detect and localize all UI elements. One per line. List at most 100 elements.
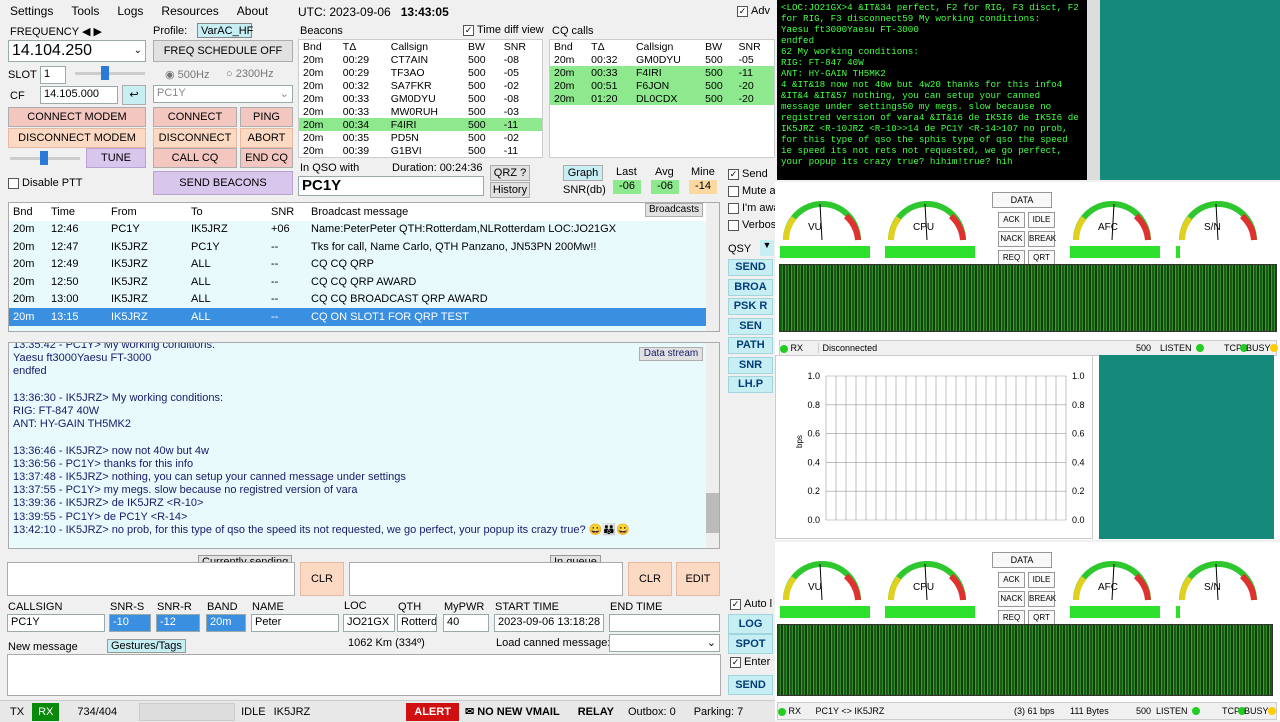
table-row[interactable]: 20m 00:29 CT7AIN 500 -08 [299, 53, 542, 66]
scrollbar[interactable] [706, 203, 719, 331]
band-field[interactable]: 20m [206, 614, 246, 632]
vara-idle-button[interactable]: IDLE [1028, 212, 1055, 228]
snrs-field[interactable]: -10 [109, 614, 151, 632]
mute-checkbox[interactable]: Mute a [728, 185, 776, 197]
adv-toggle[interactable]: ✓ Adv [737, 5, 770, 17]
vara-idle-button[interactable]: IDLE [1028, 572, 1055, 588]
send-beacons-button[interactable]: SEND BEACONS [153, 171, 293, 195]
name-field[interactable]: Peter [251, 614, 339, 632]
table-row[interactable]: 20m 12:47 IK5JRZ PC1Y -- Tks for call, Name C… [9, 238, 706, 256]
col-callsign[interactable]: Callsign [387, 40, 464, 53]
end-time-field[interactable] [609, 614, 720, 632]
abort-button[interactable]: ABORT [240, 128, 293, 148]
alert-button[interactable]: ALERT [406, 702, 459, 721]
menu-tools[interactable]: Tools [71, 4, 99, 18]
parking-status[interactable]: Parking: 7 [694, 706, 744, 718]
loc-field[interactable]: JO21GX [343, 614, 395, 632]
queue-box[interactable] [349, 562, 623, 596]
col-from[interactable]: From [107, 203, 187, 221]
start-time-field[interactable]: 2023-09-06 13:18:28 [494, 614, 604, 632]
freq-schedule-button[interactable]: FREQ SCHEDULE OFF [153, 40, 293, 62]
table-row[interactable]: 20m 00:33 MW0RUH 500 -03 [299, 105, 542, 118]
table-row[interactable]: 20m 00:33 GM0DYU 500 -08 [299, 92, 542, 105]
col-snr[interactable]: SNR [267, 203, 307, 221]
side-button[interactable]: PSK R [728, 298, 773, 315]
gestures-button[interactable]: Gestures/Tags [107, 639, 186, 653]
frequency-field[interactable]: 14.104.250 ⌄ [8, 40, 146, 62]
beacons-table[interactable]: Bnd TΔ Callsign BW SNR 20m 00:29 CT7AIN 500 -08 2… [298, 39, 543, 158]
edit-button[interactable]: EDIT [676, 562, 720, 596]
table-row[interactable]: 20m 00:35 PD5N 500 -02 [299, 131, 542, 144]
menu-settings[interactable]: Settings [10, 4, 53, 18]
col-td[interactable]: TΔ [587, 40, 632, 53]
chat-area[interactable]: 13:35:42 - PC1Y> My working conditions: Y… [8, 342, 720, 549]
log-callsign-field[interactable]: PC1Y [7, 614, 105, 632]
callsign-combo[interactable]: PC1Y ⌄ [153, 85, 293, 103]
connect-button[interactable]: CONNECT [153, 107, 237, 127]
clr-sending-button[interactable]: CLR [300, 562, 344, 596]
mypwr-field[interactable]: 40 [443, 614, 489, 632]
menu-resources[interactable]: Resources [161, 4, 218, 18]
send-checkbox[interactable]: ✓ Send [728, 168, 768, 180]
enter-checkbox[interactable]: ✓ Enter [730, 656, 770, 668]
cf-field[interactable]: 14.105.000 [40, 86, 118, 104]
table-row[interactable]: 20m 00:29 TF3AO 500 -05 [299, 66, 542, 79]
cq-table[interactable]: Bnd TΔ Callsign BW SNR 20m 00:32 GM0DYU 500 -05 2… [549, 39, 775, 158]
snrr-field[interactable]: -12 [156, 614, 200, 632]
call-cq-button[interactable]: CALL CQ [153, 148, 237, 168]
broadcasts-button[interactable]: Broadcasts [645, 203, 703, 217]
graph-button[interactable]: Graph [563, 165, 603, 181]
new-message-input[interactable] [7, 654, 721, 696]
table-row[interactable]: 20m 00:32 GM0DYU 500 -05 [550, 53, 774, 66]
vara-break-button[interactable]: BREAK [1028, 591, 1056, 607]
auto-log-checkbox[interactable]: ✓ Auto l [730, 598, 772, 610]
qsy-dropdown-icon[interactable]: ▼ [760, 240, 774, 256]
side-button[interactable]: SNR [728, 356, 773, 374]
menu-logs[interactable]: Logs [117, 4, 143, 18]
vara-nack-button[interactable]: NACK [998, 591, 1025, 607]
col-bw[interactable]: BW [464, 40, 500, 53]
slot-slider[interactable] [75, 66, 145, 80]
table-row[interactable]: 20m 12:49 IK5JRZ ALL -- CQ CQ QRP [9, 255, 706, 273]
tune-slider[interactable] [10, 151, 80, 165]
outbox-status[interactable]: Outbox: 0 [628, 706, 676, 718]
data-button[interactable]: DATA [992, 192, 1052, 208]
relay-status[interactable]: RELAY [578, 706, 614, 718]
side-button[interactable]: LH.P [728, 376, 773, 393]
clr-queue-button[interactable]: CLR [628, 562, 672, 596]
vara-nack-button[interactable]: NACK [998, 231, 1025, 247]
data-button[interactable]: DATA [992, 552, 1052, 568]
table-row[interactable]: 20m 00:39 G1BVI 500 -11 [299, 144, 542, 157]
slot-field[interactable]: 1 [40, 66, 66, 84]
verbose-checkbox[interactable]: Verbos [728, 219, 776, 231]
away-checkbox[interactable]: I'm awa [728, 202, 780, 214]
col-snr[interactable]: SNR [735, 40, 774, 53]
connect-modem-button[interactable]: CONNECT MODEM [8, 107, 146, 127]
table-row[interactable]: 20m 00:32 SA7FKR 500 -02 [299, 79, 542, 92]
table-row[interactable]: 20m 00:34 F4IRI 500 -11 [299, 118, 542, 131]
table-row[interactable]: 20m 13:15 IK5JRZ ALL -- CQ ON SLOT1 FOR QRP T… [9, 308, 706, 326]
table-row[interactable]: 20m 00:51 F6JON 500 -20 [550, 79, 774, 92]
ping-button[interactable]: PING [240, 107, 293, 127]
scrollbar[interactable] [706, 343, 719, 548]
table-row[interactable]: 20m 13:00 IK5JRZ ALL -- CQ CQ BROADCAST QRP A… [9, 290, 706, 308]
vara-break-button[interactable]: BREAK [1028, 231, 1056, 247]
data-stream-button[interactable]: Data stream [639, 347, 703, 361]
col-td[interactable]: TΔ [339, 40, 387, 53]
log-button[interactable]: LOG [728, 614, 773, 634]
col-snr[interactable]: SNR [500, 40, 542, 53]
col-time[interactable]: Time [47, 203, 107, 221]
col-callsign[interactable]: Callsign [632, 40, 701, 53]
bw-500-radio[interactable]: ◉ 500Hz [165, 68, 209, 81]
swap-icon[interactable]: ↩ [122, 85, 146, 105]
qth-field[interactable]: Rotterda [397, 614, 437, 632]
table-row[interactable]: 20m 00:33 F4IRI 500 -11 [550, 66, 774, 79]
tune-button[interactable]: TUNE [86, 148, 146, 168]
time-diff-checkbox[interactable]: ✓ Time diff view [463, 24, 544, 36]
vara-ack-button[interactable]: ACK [998, 212, 1025, 228]
side-button[interactable]: BROA [728, 278, 773, 296]
table-row[interactable]: 20m 12:50 IK5JRZ ALL -- CQ CQ QRP AWARD [9, 273, 706, 291]
col-bnd[interactable]: Bnd [550, 40, 587, 53]
table-row[interactable]: 20m 01:20 DL0CDX 500 -20 [550, 92, 774, 105]
sending-box[interactable] [7, 562, 295, 596]
